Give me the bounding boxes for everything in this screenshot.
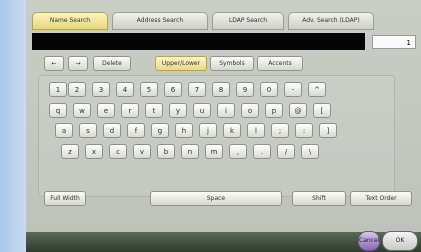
key[interactable]: ] (319, 123, 337, 138)
shift-button[interactable]: Shift (292, 191, 346, 206)
key[interactable]: ^ (308, 82, 326, 97)
space-button[interactable]: Space (150, 191, 282, 206)
ok-button[interactable]: OK (382, 231, 418, 251)
key[interactable]: t (145, 103, 163, 118)
key[interactable]: 7 (188, 82, 206, 97)
key[interactable]: f (127, 123, 145, 138)
accents-button[interactable]: Accents (257, 56, 303, 71)
key[interactable]: b (157, 144, 175, 159)
key[interactable]: 5 (140, 82, 158, 97)
cursor-right-button[interactable]: → (68, 56, 88, 71)
key[interactable]: z (61, 144, 79, 159)
key[interactable]: 9 (236, 82, 254, 97)
tab-address-search[interactable]: Address Search (112, 12, 208, 30)
key[interactable]: 4 (116, 82, 134, 97)
key[interactable]: e (97, 103, 115, 118)
symbols-button[interactable]: Symbols (210, 56, 254, 71)
key[interactable]: k (223, 123, 241, 138)
key[interactable]: w (73, 103, 91, 118)
key[interactable]: / (277, 144, 295, 159)
key[interactable]: l (247, 123, 265, 138)
tab-ldap-search[interactable]: LDAP Search (212, 12, 284, 30)
key[interactable]: 0 (260, 82, 278, 97)
key[interactable]: [ (313, 103, 331, 118)
key[interactable]: . (253, 144, 271, 159)
key[interactable]: p (265, 103, 283, 118)
key[interactable]: r (121, 103, 139, 118)
key[interactable]: q (49, 103, 67, 118)
tab-name-search[interactable]: Name Search (32, 12, 108, 30)
left-frame (0, 0, 26, 252)
key[interactable]: 1 (49, 82, 67, 97)
key[interactable]: i (217, 103, 235, 118)
full-width-button[interactable]: Full Width (44, 191, 86, 206)
text-order-button[interactable]: Text Order (350, 191, 412, 206)
key[interactable]: n (181, 144, 199, 159)
cursor-left-button[interactable]: ← (44, 56, 64, 71)
key[interactable]: x (85, 144, 103, 159)
key[interactable]: y (169, 103, 187, 118)
key[interactable]: @ (289, 103, 307, 118)
key[interactable]: 3 (92, 82, 110, 97)
key[interactable]: g (151, 123, 169, 138)
upper-lower-button[interactable]: Upper/Lower (155, 56, 207, 71)
key[interactable]: j (199, 123, 217, 138)
key[interactable]: m (205, 144, 223, 159)
key[interactable]: : (295, 123, 313, 138)
key[interactable]: \ (301, 144, 319, 159)
key[interactable]: a (55, 123, 73, 138)
key[interactable]: 6 (164, 82, 182, 97)
key[interactable]: d (103, 123, 121, 138)
key[interactable]: , (229, 144, 247, 159)
key[interactable]: ; (271, 123, 289, 138)
delete-button[interactable]: Delete (93, 56, 131, 71)
search-input[interactable] (32, 33, 365, 50)
key[interactable]: v (133, 144, 151, 159)
tab-advanced-ldap-search[interactable]: Adv. Search (LDAP) (288, 12, 374, 30)
character-count: 1 (372, 35, 416, 49)
key[interactable]: u (193, 103, 211, 118)
key[interactable]: 2 (68, 82, 86, 97)
key[interactable]: - (284, 82, 302, 97)
key[interactable]: s (79, 123, 97, 138)
cancel-button[interactable]: Cancel (358, 231, 380, 251)
key[interactable]: h (175, 123, 193, 138)
key[interactable]: o (241, 103, 259, 118)
key[interactable]: c (109, 144, 127, 159)
key[interactable]: 8 (212, 82, 230, 97)
